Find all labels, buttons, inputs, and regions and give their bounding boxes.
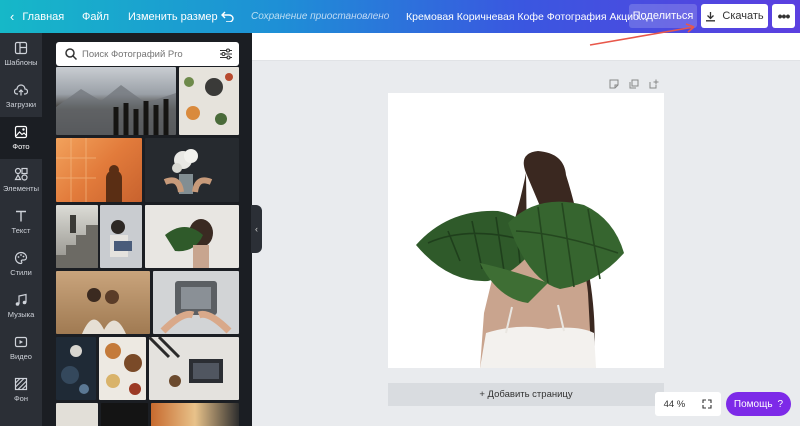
photo-icon (14, 125, 28, 139)
question-mark-icon: ? (777, 398, 784, 410)
photo-thumbnail-sink-hands[interactable] (153, 271, 239, 334)
video-icon (14, 336, 28, 348)
file-menu[interactable]: Файл (82, 0, 109, 33)
home-label: Главная (22, 10, 65, 23)
photo-search-input[interactable] (82, 46, 212, 62)
save-status: Сохранение приостановлено (251, 11, 390, 22)
design-page[interactable] (388, 93, 664, 368)
zoom-level[interactable]: 44 % (664, 399, 686, 410)
document-title[interactable]: Кремовая Коричневая Кофе Фотография Акци… (406, 0, 648, 33)
text-icon (16, 210, 26, 222)
collapse-panel-button[interactable]: ‹ (251, 205, 262, 253)
photo-thumbnail-orange-silhouette[interactable] (56, 138, 142, 202)
rail-item-elements[interactable]: Элементы (0, 159, 42, 201)
resize-menu[interactable]: Изменить размер (128, 0, 218, 33)
woman-with-monstera-image[interactable] (388, 93, 664, 368)
upload-cloud-icon (14, 84, 28, 96)
page-actions (609, 76, 659, 89)
home-link[interactable]: ‹ Главная (10, 0, 64, 33)
zoom-control[interactable]: 44 % (655, 392, 721, 416)
download-label: Скачать (722, 10, 764, 22)
rail-item-music[interactable]: Музыка (0, 285, 42, 327)
help-label: Помощь (733, 398, 773, 410)
rail-item-templates[interactable]: Шаблоны (0, 33, 42, 75)
music-icon (15, 293, 27, 306)
photo-thumbnail-partial-3[interactable] (151, 403, 239, 426)
photos-panel (42, 33, 252, 426)
photo-thumbnail-mountains[interactable] (56, 67, 176, 135)
background-icon (14, 377, 28, 391)
rail-item-uploads[interactable]: Загрузки (0, 75, 42, 117)
photo-thumbnail-tea-table[interactable] (179, 67, 239, 135)
fullscreen-icon[interactable] (702, 399, 712, 409)
filter-icon[interactable] (219, 47, 233, 61)
elements-icon (14, 167, 28, 181)
help-button[interactable]: Помощь ? (726, 392, 791, 416)
chevron-left-icon: ‹ (255, 224, 258, 234)
chevron-left-icon: ‹ (10, 9, 15, 24)
photo-thumbnail-stairs[interactable] (56, 205, 98, 268)
add-page-icon[interactable] (649, 76, 659, 89)
photo-search-box[interactable] (56, 42, 239, 66)
photo-thumbnail-reading-girl[interactable] (100, 205, 142, 268)
download-icon (706, 11, 716, 21)
search-icon (65, 48, 78, 61)
rail-item-text[interactable]: Текст (0, 201, 42, 243)
notes-icon[interactable] (609, 76, 619, 89)
palette-icon (14, 251, 28, 265)
add-page-button[interactable]: + Добавить страницу (388, 383, 664, 406)
photo-thumbnail-laptop-desk[interactable] (149, 337, 239, 400)
photo-thumbnail-flowers-hands[interactable] (145, 138, 239, 202)
rail-item-video[interactable]: Видео (0, 327, 42, 369)
rail-item-styles[interactable]: Стили (0, 243, 42, 285)
photo-thumbnail-dark-flatlay[interactable] (56, 337, 96, 400)
more-options-button[interactable]: ••• (772, 4, 795, 28)
photo-thumbnail-monstera-woman[interactable] (145, 205, 239, 268)
left-rail: Шаблоны Загрузки Фото Элементы Текст Сти… (0, 33, 42, 426)
photo-thumbnail-food-table[interactable] (99, 337, 146, 400)
share-button[interactable]: Поделиться (629, 4, 697, 28)
undo-icon[interactable] (221, 0, 234, 33)
photo-thumbnail-partial-1[interactable] (56, 403, 98, 426)
photo-thumbnail-partial-2[interactable] (101, 403, 148, 426)
rail-item-background[interactable]: Фон (0, 369, 42, 411)
download-button[interactable]: Скачать (701, 4, 768, 28)
templates-icon (14, 41, 28, 55)
top-bar: ‹ Главная Файл Изменить размер Сохранени… (0, 0, 800, 33)
photo-thumbnail-couple-field[interactable] (56, 271, 150, 334)
duplicate-page-icon[interactable] (629, 76, 639, 89)
editor-toolbar (252, 33, 800, 61)
rail-item-photos[interactable]: Фото (0, 117, 42, 159)
